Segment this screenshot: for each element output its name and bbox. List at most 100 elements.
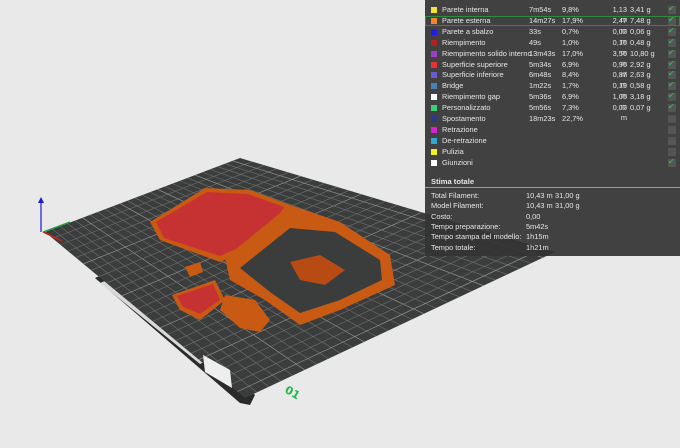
summary-value: 0,00: [526, 211, 541, 221]
color-swatch-icon: [431, 72, 437, 79]
color-swatch-icon: [431, 126, 437, 133]
feature-time: 5m56s: [529, 103, 552, 113]
feature-weight: 0,07 g: [630, 103, 651, 113]
feature-label: Superficie inferiore: [442, 70, 504, 80]
summary-divider: [425, 187, 680, 188]
color-swatch-icon: [431, 39, 437, 46]
feature-weight: 7,48 g: [630, 15, 651, 25]
summary-value-2: 31,00 g: [555, 191, 580, 200]
feature-percent: 0,7%: [562, 26, 579, 36]
summary-value: 10,43 m: [526, 191, 553, 200]
feature-weight: 2,63 g: [630, 70, 651, 80]
visibility-checkbox[interactable]: [668, 69, 676, 80]
legend-row[interactable]: Giunzioni: [425, 157, 680, 168]
visibility-checkbox[interactable]: [668, 80, 676, 91]
legend-row[interactable]: Spostamento 18m23s 22,7%: [425, 114, 680, 124]
summary-key: Tempo totale:: [431, 242, 476, 252]
summary-key: Tempo stampa del modello:: [431, 232, 522, 242]
summary-row: Tempo totale: 1h21m: [431, 243, 676, 253]
z-axis-arrow-icon: [38, 197, 44, 203]
legend-row[interactable]: Riempimento 49s 1,0% 0,16 m 0,48 g: [425, 37, 680, 57]
feature-label: De-retrazione: [442, 135, 487, 145]
summary-row: Tempo preparazione: 5m42s: [431, 222, 676, 232]
color-swatch-icon: [431, 28, 437, 35]
feature-weight: 0,06 g: [630, 26, 651, 36]
visibility-checkbox[interactable]: [668, 115, 676, 123]
legend-row[interactable]: Personalizzato 5m56s 7,3% 0,02 m 0,07 g: [425, 102, 680, 122]
feature-percent: 9,8%: [562, 5, 579, 14]
feature-time: 33s: [529, 26, 541, 36]
legend-row[interactable]: Superficie superiore 5m34s 6,9% 0,96 m 2…: [425, 59, 680, 79]
feature-label: Retrazione: [442, 124, 478, 134]
visibility-checkbox[interactable]: [668, 4, 676, 14]
feature-time: 14m27s: [529, 15, 556, 25]
summary-key: Costo:: [431, 211, 453, 221]
summary-value: 1h21m: [526, 242, 549, 252]
feature-label: Giunzioni: [442, 157, 473, 167]
feature-weight: 2,92 g: [630, 59, 651, 69]
visibility-checkbox[interactable]: [668, 91, 676, 102]
visibility-checkbox[interactable]: [668, 59, 676, 69]
color-swatch-icon: [431, 61, 437, 68]
legend-row[interactable]: Retrazione: [425, 125, 680, 135]
visibility-checkbox[interactable]: [668, 136, 676, 145]
feature-percent: 17,9%: [562, 15, 583, 25]
feature-percent: 6,9%: [562, 92, 579, 102]
feature-time: 5m36s: [529, 92, 552, 102]
visibility-checkbox[interactable]: [668, 15, 676, 25]
feature-percent: 1,7%: [562, 81, 579, 91]
summary-value: 10,43 m: [526, 201, 553, 211]
feature-label: Riempimento solido interno: [442, 48, 532, 58]
visibility-checkbox[interactable]: [668, 102, 676, 113]
visibility-checkbox[interactable]: [668, 37, 676, 47]
legend-row[interactable]: Parete a sbalzo 33s 0,7% 0,02 m 0,06 g: [425, 26, 680, 46]
color-swatch-icon: [431, 159, 437, 166]
color-swatch-icon: [431, 105, 437, 112]
feature-label: Riempimento: [442, 37, 486, 47]
summary-key: Total Filament:: [431, 191, 480, 200]
plate-number: 01: [283, 383, 303, 402]
summary-value-2: 31,00 g: [555, 201, 580, 211]
feature-time: 49s: [529, 37, 541, 47]
feature-time: 1m22s: [529, 81, 552, 91]
color-swatch-icon: [431, 50, 437, 57]
feature-label: Bridge: [442, 81, 464, 91]
legend-row[interactable]: Pulizia: [425, 147, 680, 157]
summary-row: Total Filament: 10,43 m 31,00 g: [431, 191, 676, 201]
feature-label: Personalizzato: [442, 103, 491, 113]
summary-row: Tempo stampa del modello: 1h15m: [431, 232, 676, 242]
legend-row[interactable]: Superficie inferiore 6m48s 8,4% 0,87 m 2…: [425, 69, 680, 89]
feature-time: 13m43s: [529, 48, 556, 58]
visibility-checkbox[interactable]: [668, 26, 676, 36]
visibility-checkbox[interactable]: [668, 157, 676, 167]
visibility-checkbox[interactable]: [668, 147, 676, 156]
visibility-checkbox[interactable]: [668, 125, 676, 134]
feature-percent: 22,7%: [562, 114, 583, 123]
feature-weight: 3,18 g: [630, 92, 651, 102]
feature-weight: 10,80 g: [630, 48, 655, 58]
legend-row[interactable]: Riempimento solido interno 13m43s 17,0% …: [425, 48, 680, 68]
feature-label: Parete interna: [442, 5, 489, 14]
legend-row[interactable]: Parete esterna 14m27s 17,9% 2,47 m 7,48 …: [425, 15, 680, 35]
feature-percent: 7,3%: [562, 103, 579, 113]
legend-row[interactable]: De-retrazione: [425, 136, 680, 146]
legend-row[interactable]: Parete interna 7m54s 9,8% 1,13 m 3,41 g: [425, 4, 680, 24]
summary-key: Model Filament:: [431, 201, 484, 211]
legend-row[interactable]: Riempimento gap 5m36s 6,9% 1,05 m 3,18 g: [425, 91, 680, 111]
feature-weight: 3,41 g: [630, 5, 651, 14]
feature-time: 5m34s: [529, 59, 552, 69]
feature-percent: 1,0%: [562, 37, 579, 47]
color-swatch-icon: [431, 94, 437, 101]
summary-title: Stima totale: [431, 177, 475, 186]
summary-key: Tempo preparazione:: [431, 221, 501, 231]
feature-weight: 0,48 g: [630, 37, 651, 47]
visibility-checkbox[interactable]: [668, 48, 676, 58]
summary-value: 1h15m: [526, 232, 549, 242]
feature-time: 18m23s: [529, 114, 556, 123]
summary-row: Costo: 0,00: [431, 212, 676, 222]
color-swatch-icon: [431, 83, 437, 90]
summary-value: 5m42s: [526, 221, 549, 231]
feature-label: Parete esterna: [442, 15, 491, 25]
legend-row[interactable]: Bridge 1m22s 1,7% 0,19 m 0,58 g: [425, 80, 680, 100]
legend-panel: Parete interna 7m54s 9,8% 1,13 m 3,41 g …: [425, 0, 680, 256]
